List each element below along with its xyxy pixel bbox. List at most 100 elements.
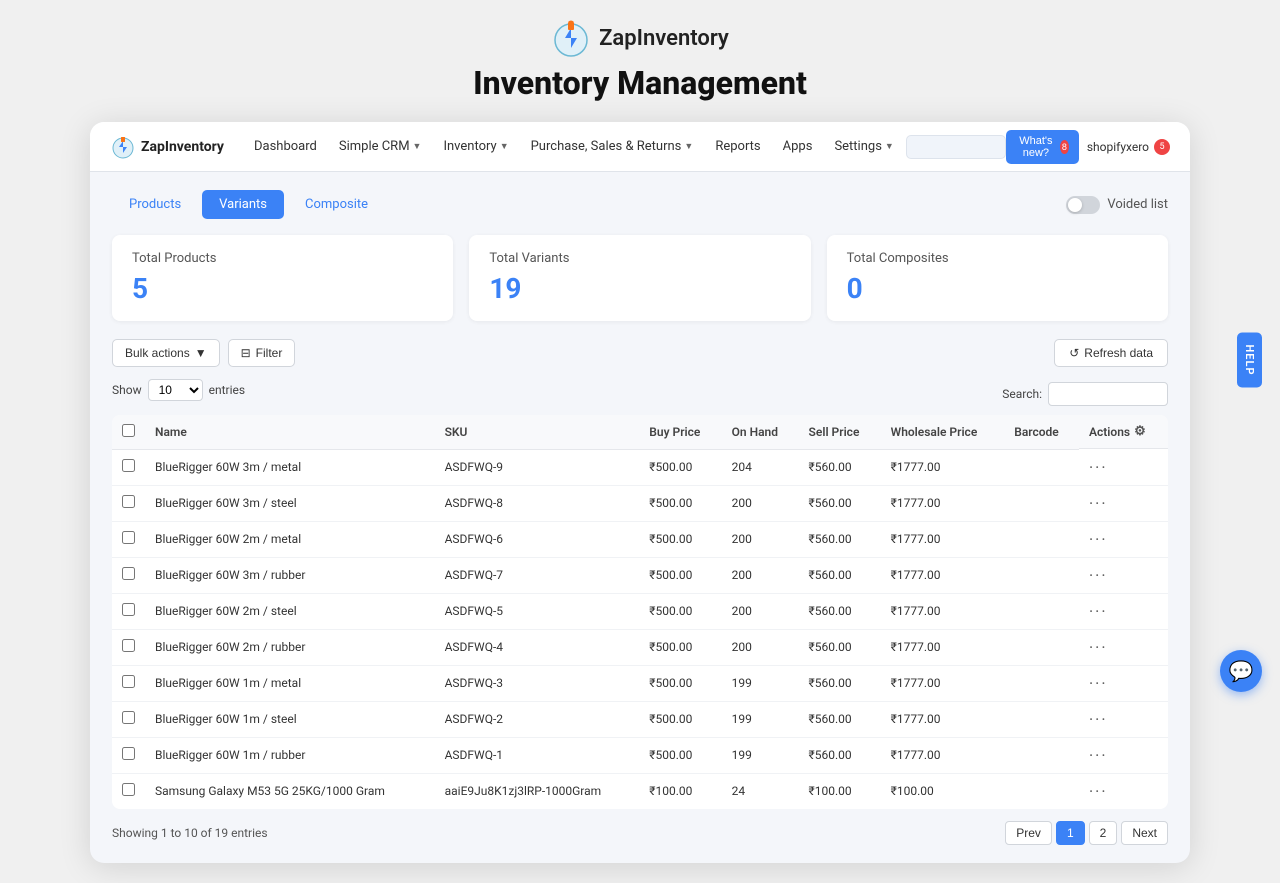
col-wholesale-price: Wholesale Price: [881, 415, 1005, 450]
row-wholesale-price-2: ₹1777.00: [881, 521, 1005, 557]
filter-label: Filter: [256, 346, 283, 360]
row-checkbox-8[interactable]: [122, 747, 135, 760]
nav-settings[interactable]: Settings ▼: [824, 133, 903, 160]
whats-new-button[interactable]: What's new? 8: [1006, 130, 1079, 164]
row-actions-4[interactable]: ···: [1089, 602, 1108, 621]
filter-button[interactable]: ⊟ Filter: [228, 339, 296, 367]
row-actions-1[interactable]: ···: [1089, 494, 1108, 513]
next-button[interactable]: Next: [1121, 821, 1168, 845]
row-name-8[interactable]: BlueRigger 60W 1m / rubber: [145, 737, 435, 773]
row-name-9[interactable]: Samsung Galaxy M53 5G 25KG/1000 Gram: [145, 773, 435, 809]
row-actions-9[interactable]: ···: [1089, 782, 1108, 801]
row-checkbox-9[interactable]: [122, 783, 135, 796]
row-checkbox-3[interactable]: [122, 567, 135, 580]
tab-products[interactable]: Products: [112, 190, 198, 219]
navbar: ZapInventory Dashboard Simple CRM ▼ Inve…: [90, 122, 1190, 172]
row-wholesale-price-5: ₹1777.00: [881, 629, 1005, 665]
page-1-button[interactable]: 1: [1056, 821, 1085, 845]
row-sku-3: ASDFWQ-7: [435, 557, 640, 593]
search-input[interactable]: [1048, 382, 1168, 406]
main-content: Products Variants Composite Voided list …: [90, 172, 1190, 863]
nav-search-input[interactable]: [906, 135, 1006, 159]
row-checkbox-2[interactable]: [122, 531, 135, 544]
nav-dashboard[interactable]: Dashboard: [244, 133, 327, 160]
table-row: BlueRigger 60W 2m / rubber ASDFWQ-4 ₹500…: [112, 629, 1168, 665]
crm-caret: ▼: [413, 141, 422, 152]
tab-composite[interactable]: Composite: [288, 190, 385, 219]
notif-dot: 8: [1060, 140, 1069, 154]
stats-row: Total Products 5 Total Variants 19 Total…: [112, 235, 1168, 321]
row-barcode-8: [1004, 737, 1079, 773]
zap-logo-icon: [551, 18, 591, 58]
row-sku-9: aaiE9Ju8K1zj3lRP-1000Gram: [435, 773, 640, 809]
row-name-4[interactable]: BlueRigger 60W 2m / steel: [145, 593, 435, 629]
row-wholesale-price-0: ₹1777.00: [881, 450, 1005, 486]
row-sell-price-3: ₹560.00: [799, 557, 881, 593]
row-on-hand-3: 200: [722, 557, 799, 593]
row-sell-price-2: ₹560.00: [799, 521, 881, 557]
page-2-button[interactable]: 2: [1089, 821, 1118, 845]
row-actions-7[interactable]: ···: [1089, 710, 1108, 729]
row-checkbox-6[interactable]: [122, 675, 135, 688]
voided-label: Voided list: [1107, 197, 1168, 212]
show-label: Show: [112, 383, 142, 397]
tab-variants[interactable]: Variants: [202, 190, 284, 219]
nav-inventory[interactable]: Inventory ▼: [433, 133, 518, 160]
row-sku-0: ASDFWQ-9: [435, 450, 640, 486]
row-name-7[interactable]: BlueRigger 60W 1m / steel: [145, 701, 435, 737]
voided-switch[interactable]: [1066, 196, 1100, 214]
help-button[interactable]: HELP: [1237, 333, 1262, 388]
table-row: BlueRigger 60W 1m / steel ASDFWQ-2 ₹500.…: [112, 701, 1168, 737]
row-checkbox-1[interactable]: [122, 495, 135, 508]
variants-table: Name SKU Buy Price On Hand Sell Price: [112, 415, 1168, 809]
row-actions-8[interactable]: ···: [1089, 746, 1108, 765]
table-controls: Bulk actions ▼ ⊟ Filter ↺ Refresh data: [112, 339, 1168, 367]
table-row: BlueRigger 60W 1m / rubber ASDFWQ-1 ₹500…: [112, 737, 1168, 773]
row-on-hand-9: 24: [722, 773, 799, 809]
stat-variants: Total Variants 19: [469, 235, 810, 321]
row-checkbox-4[interactable]: [122, 603, 135, 616]
row-name-1[interactable]: BlueRigger 60W 3m / steel: [145, 485, 435, 521]
toggle-knob: [1068, 198, 1082, 212]
row-checkbox-5[interactable]: [122, 639, 135, 652]
row-actions-5[interactable]: ···: [1089, 638, 1108, 657]
row-barcode-3: [1004, 557, 1079, 593]
row-checkbox-7[interactable]: [122, 711, 135, 724]
navbar-brand[interactable]: ZapInventory: [110, 134, 224, 160]
select-all-checkbox[interactable]: [122, 424, 135, 437]
show-entries-row: Show 10 25 50 100 entries: [112, 379, 245, 401]
row-name-3[interactable]: BlueRigger 60W 3m / rubber: [145, 557, 435, 593]
row-name-6[interactable]: BlueRigger 60W 1m / metal: [145, 665, 435, 701]
table-row: BlueRigger 60W 2m / steel ASDFWQ-5 ₹500.…: [112, 593, 1168, 629]
row-name-2[interactable]: BlueRigger 60W 2m / metal: [145, 521, 435, 557]
row-name-0[interactable]: BlueRigger 60W 3m / metal: [145, 450, 435, 486]
nav-purchase-sales[interactable]: Purchase, Sales & Returns ▼: [521, 133, 704, 160]
nav-simple-crm[interactable]: Simple CRM ▼: [329, 133, 432, 160]
row-wholesale-price-4: ₹1777.00: [881, 593, 1005, 629]
row-name-5[interactable]: BlueRigger 60W 2m / rubber: [145, 629, 435, 665]
prev-button[interactable]: Prev: [1005, 821, 1052, 845]
nav-reports[interactable]: Reports: [705, 133, 770, 160]
row-checkbox-0[interactable]: [122, 459, 135, 472]
row-barcode-6: [1004, 665, 1079, 701]
row-actions-3[interactable]: ···: [1089, 566, 1108, 585]
chat-fab[interactable]: 💬: [1220, 650, 1262, 692]
row-barcode-7: [1004, 701, 1079, 737]
row-actions-2[interactable]: ···: [1089, 530, 1108, 549]
user-badge[interactable]: shopifyxero 5: [1087, 139, 1170, 155]
refresh-button[interactable]: ↺ Refresh data: [1054, 339, 1168, 367]
actions-gear-icon[interactable]: ⚙: [1134, 424, 1146, 439]
row-actions-6[interactable]: ···: [1089, 674, 1108, 693]
row-sell-price-8: ₹560.00: [799, 737, 881, 773]
row-wholesale-price-6: ₹1777.00: [881, 665, 1005, 701]
row-actions-0[interactable]: ···: [1089, 458, 1108, 477]
bulk-actions-label: Bulk actions: [125, 346, 190, 360]
row-on-hand-7: 199: [722, 701, 799, 737]
nav-apps[interactable]: Apps: [773, 133, 823, 160]
settings-caret: ▼: [885, 141, 894, 152]
show-select[interactable]: 10 25 50 100: [148, 379, 203, 401]
bulk-actions-button[interactable]: Bulk actions ▼: [112, 339, 220, 367]
col-sell-price: Sell Price: [799, 415, 881, 450]
voided-toggle[interactable]: Voided list: [1066, 196, 1168, 214]
navbar-brand-text: ZapInventory: [141, 139, 224, 155]
